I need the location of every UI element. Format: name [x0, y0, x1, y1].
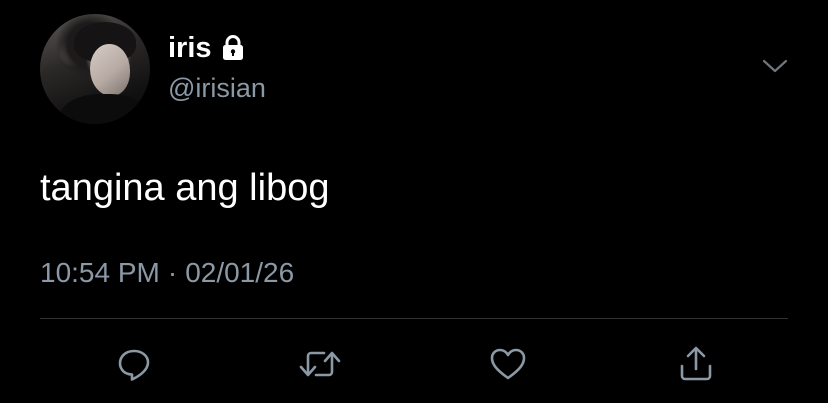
retweet-button[interactable]	[298, 342, 342, 386]
avatar[interactable]	[40, 14, 150, 124]
reply-icon	[114, 344, 154, 384]
heart-icon	[488, 344, 528, 384]
name-row: iris	[168, 32, 244, 64]
tweet-card: iris @irisian tangina ang libog 10:54 PM…	[0, 0, 828, 403]
like-button[interactable]	[486, 342, 530, 386]
meta-separator: ·	[167, 257, 178, 288]
reply-button[interactable]	[112, 342, 156, 386]
share-icon	[676, 344, 716, 384]
tweet-text: tangina ang libog	[40, 167, 330, 209]
share-button[interactable]	[674, 342, 718, 386]
tweet-meta: 10:54 PM · 02/01/26	[40, 256, 294, 290]
lock-icon	[222, 35, 244, 61]
retweet-icon	[298, 344, 342, 384]
avatar-shoulder	[60, 94, 150, 124]
user-handle[interactable]: @irisian	[168, 72, 266, 104]
display-name[interactable]: iris	[168, 32, 212, 64]
tweet-date[interactable]: 02/01/26	[185, 257, 294, 288]
avatar-face	[90, 44, 130, 96]
tweet-time[interactable]: 10:54 PM	[40, 257, 160, 288]
divider	[40, 318, 788, 319]
chevron-down-icon[interactable]	[762, 56, 788, 76]
